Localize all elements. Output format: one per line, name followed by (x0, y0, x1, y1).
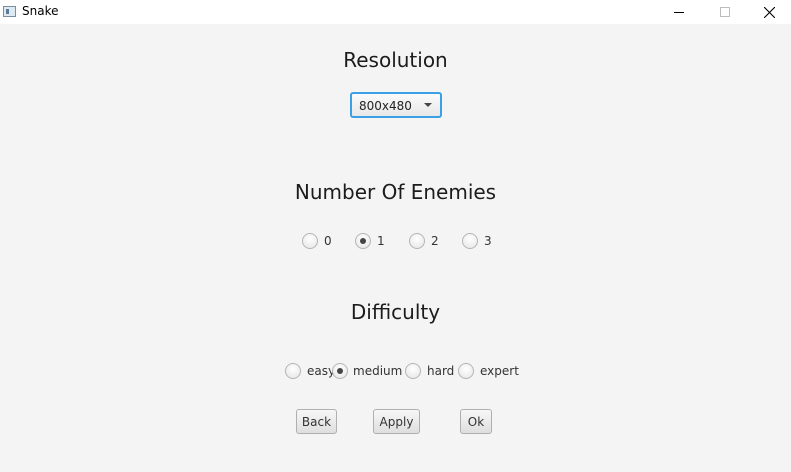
close-button[interactable] (746, 0, 791, 24)
difficulty-radio-hard[interactable]: hard (405, 362, 454, 380)
radio-circle[interactable] (458, 363, 474, 379)
difficulty-radio-expert[interactable]: expert (458, 362, 519, 380)
minimize-icon (674, 12, 684, 13)
radio-label: 1 (377, 234, 385, 248)
ok-button[interactable]: Ok (460, 409, 492, 434)
difficulty-radio-easy[interactable]: easy (285, 362, 335, 380)
difficulty-radio-medium[interactable]: medium (332, 362, 402, 380)
radio-circle[interactable] (285, 363, 301, 379)
difficulty-heading: Difficulty (350, 300, 441, 324)
radio-label: easy (307, 364, 336, 378)
apply-button[interactable]: Apply (373, 409, 420, 434)
minimize-button[interactable] (656, 0, 702, 24)
enemies-radio-3[interactable]: 3 (462, 232, 492, 250)
radio-label: hard (427, 364, 455, 378)
enemies-radio-1[interactable]: 1 (355, 232, 385, 250)
back-button[interactable]: Back (296, 409, 337, 434)
radio-label: medium (353, 364, 403, 378)
enemies-heading: Number Of Enemies (294, 180, 497, 204)
enemies-radio-2[interactable]: 2 (409, 232, 439, 250)
title-bar[interactable]: Snake (0, 0, 791, 24)
radio-label: expert (480, 364, 519, 378)
window-title: Snake (22, 4, 59, 18)
window-app-icon (3, 6, 16, 17)
maximize-icon (720, 7, 730, 17)
radio-circle-selected[interactable] (355, 233, 371, 249)
radio-circle[interactable] (302, 233, 318, 249)
radio-label: 3 (484, 234, 492, 248)
radio-circle[interactable] (405, 363, 421, 379)
radio-label: 0 (324, 234, 332, 248)
maximize-button[interactable] (702, 0, 748, 24)
close-icon (763, 6, 775, 18)
radio-circle[interactable] (409, 233, 425, 249)
resolution-selected-value: 800x480 (359, 99, 412, 113)
radio-circle-selected[interactable] (332, 363, 348, 379)
enemies-radio-0[interactable]: 0 (302, 232, 332, 250)
radio-label: 2 (431, 234, 439, 248)
radio-circle[interactable] (462, 233, 478, 249)
resolution-combobox[interactable]: 800x480 (350, 92, 442, 118)
resolution-heading: Resolution (343, 48, 448, 72)
chevron-down-icon (424, 103, 432, 107)
